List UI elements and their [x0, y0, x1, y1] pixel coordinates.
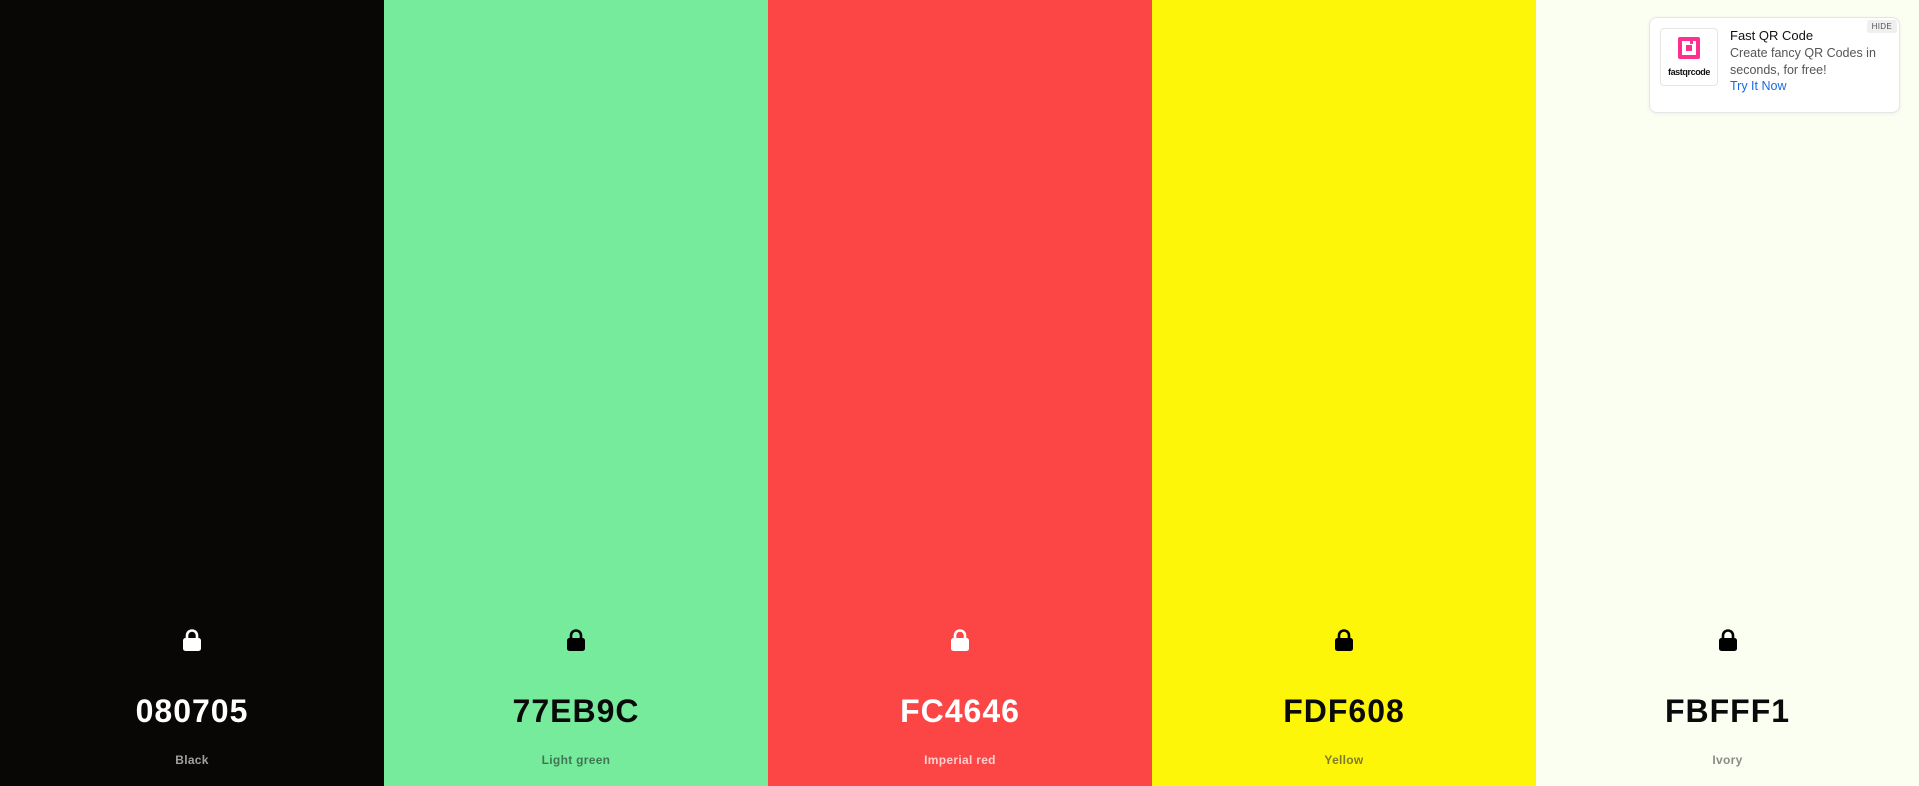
try-it-now-link[interactable]: Try It Now [1730, 79, 1786, 93]
lock-icon[interactable] [1331, 627, 1357, 653]
color-swatch-5[interactable]: FBFFF1 Ivory [1536, 0, 1919, 786]
qr-logo-icon [1678, 37, 1700, 59]
color-name: Light green [541, 753, 611, 767]
lock-icon[interactable] [179, 627, 205, 653]
color-swatch-4[interactable]: FDF608 Yellow [1152, 0, 1536, 786]
color-hex-code[interactable]: 080705 [0, 693, 384, 730]
color-name: Black [175, 753, 209, 767]
color-palette: 080705 Black 77EB9C Light green FC4646 I… [0, 0, 1919, 786]
ad-card[interactable]: fastqrcode Fast QR Code Create fancy QR … [1649, 17, 1900, 113]
fastqrcode-logo[interactable]: fastqrcode [1660, 28, 1718, 86]
lock-icon[interactable] [1715, 627, 1741, 653]
color-name: Ivory [1712, 753, 1743, 767]
color-hex-code[interactable]: FC4646 [768, 693, 1152, 730]
lock-icon[interactable] [563, 627, 589, 653]
ad-title[interactable]: Fast QR Code [1730, 28, 1813, 43]
color-name: Imperial red [924, 753, 996, 767]
hide-ad-button[interactable]: HIDE [1866, 20, 1897, 33]
logo-wordmark: fastqrcode [1667, 67, 1710, 77]
color-name: Yellow [1324, 753, 1364, 767]
color-hex-code[interactable]: FDF608 [1152, 693, 1536, 730]
color-swatch-1[interactable]: 080705 Black [0, 0, 384, 786]
ad-description: Create fancy QR Codes in seconds, for fr… [1730, 46, 1876, 77]
color-swatch-3[interactable]: FC4646 Imperial red [768, 0, 1152, 786]
color-swatch-2[interactable]: 77EB9C Light green [384, 0, 768, 786]
color-hex-code[interactable]: FBFFF1 [1536, 693, 1919, 730]
color-hex-code[interactable]: 77EB9C [384, 693, 768, 730]
lock-icon[interactable] [947, 627, 973, 653]
